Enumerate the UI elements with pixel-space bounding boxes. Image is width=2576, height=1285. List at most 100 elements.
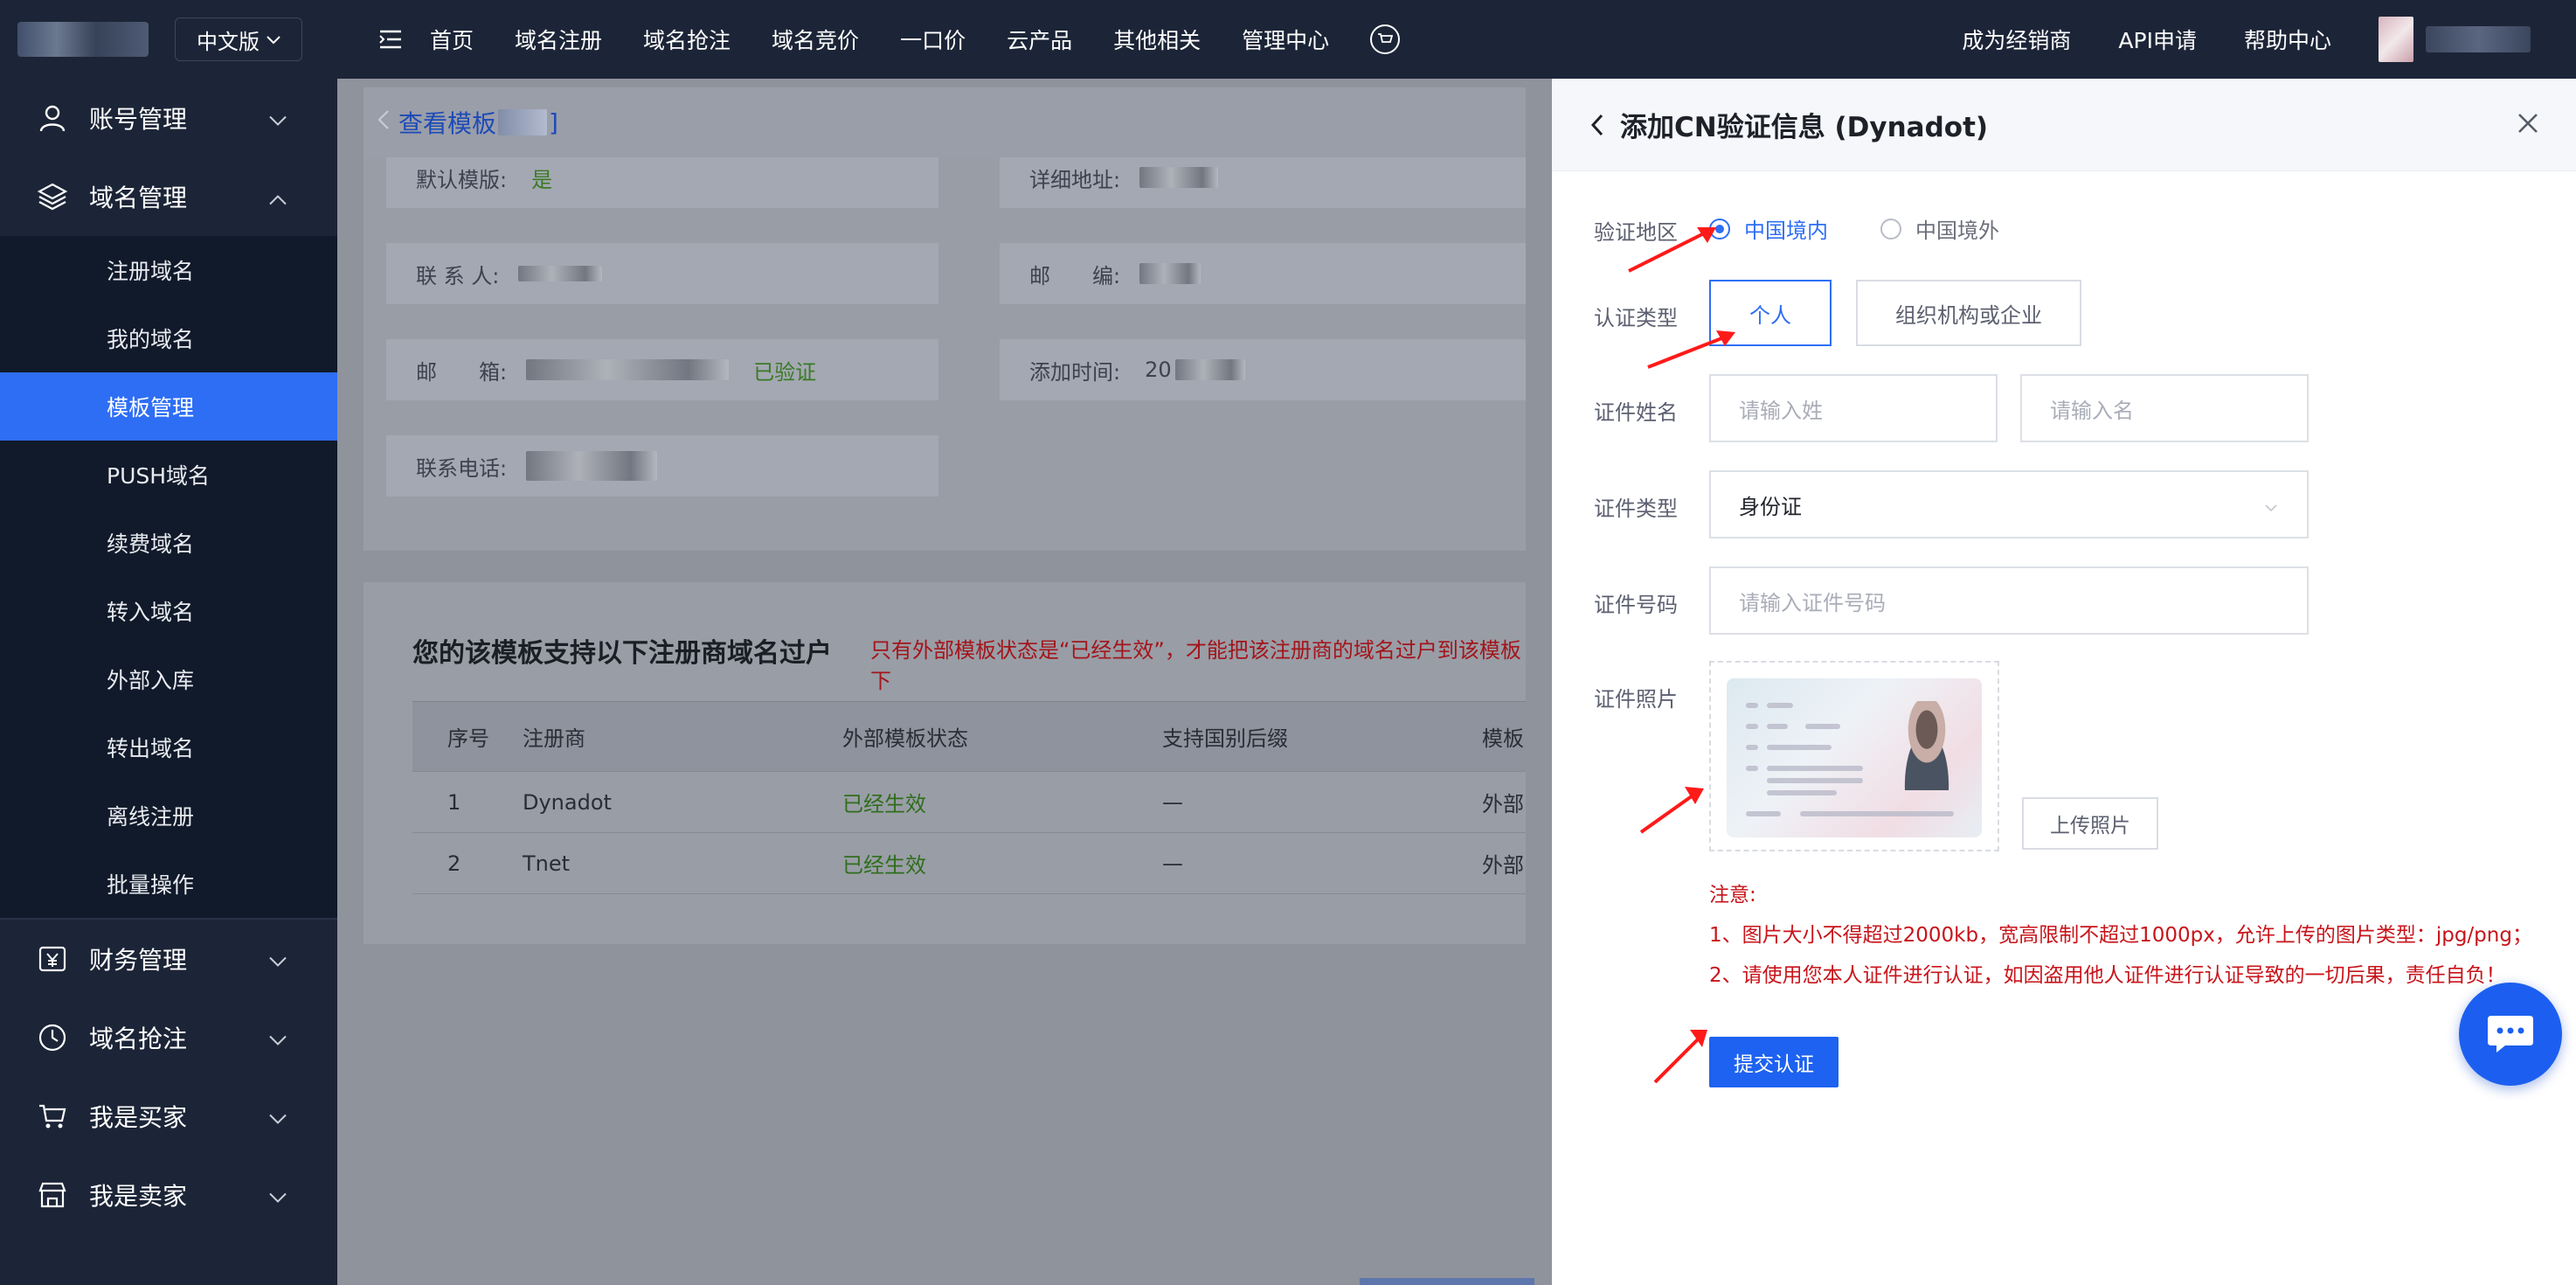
info-contact: 联 系 人: (386, 243, 938, 304)
sidebar-item-transfer-out[interactable]: 转出域名 (0, 713, 337, 781)
chat-support-button[interactable] (2459, 983, 2562, 1086)
cell-status: 已经生效 (842, 853, 926, 878)
nav-become-reseller[interactable]: 成为经销商 (1962, 24, 2071, 55)
red-annotation-arrow (1639, 787, 1704, 834)
col-no: 序号 (447, 726, 489, 751)
red-annotation-arrow (1647, 330, 1735, 369)
caret-down-icon (2265, 492, 2277, 517)
sidebar-group-label: 我是买家 (89, 1103, 188, 1132)
nav-home[interactable]: 首页 (430, 24, 474, 55)
info-label: 添加时间: (1029, 359, 1121, 385)
top-nav-items: 首页 域名注册 域名抢注 域名竞价 一口价 云产品 其他相关 管理中心 (430, 24, 1370, 55)
sidebar-group-domain[interactable]: 域名管理 (0, 157, 337, 236)
brand-logo[interactable] (17, 22, 149, 57)
col-status: 外部模板状态 (842, 726, 968, 751)
top-navbar: 首页 域名注册 域名抢注 域名竞价 一口价 云产品 其他相关 管理中心 成为经销… (337, 0, 2576, 79)
nav-cloud[interactable]: 云产品 (1007, 24, 1072, 55)
given-name-input[interactable]: 请输入名 (2020, 374, 2309, 442)
nav-buy-now[interactable]: 一口价 (900, 24, 966, 55)
registrar-support-card: 您的该模板支持以下注册商域名过户 只有外部模板状态是“已经生效”，才能把该注册商… (364, 582, 1526, 944)
nav-help-center[interactable]: 帮助中心 (2244, 24, 2331, 55)
photo-upload-area[interactable] (1709, 661, 1999, 851)
red-annotation-arrow (1628, 227, 1716, 273)
blurred-value (518, 266, 603, 281)
sidebar-item-offline-register[interactable]: 离线注册 (0, 781, 337, 850)
chevron-down-icon (269, 1102, 287, 1131)
idtype-label: 证件类型 (1594, 497, 1678, 521)
drawer-title: 添加CN验证信息 (Dynadot) (1620, 112, 1989, 143)
info-label: 详细地址: (1029, 167, 1121, 192)
layers-icon (35, 179, 70, 214)
sidebar-group-account[interactable]: 账号管理 (0, 79, 337, 157)
cell-status: 已经生效 (842, 792, 926, 816)
sidebar-group-backorder[interactable]: 域名抢注 (0, 998, 337, 1077)
sidebar-item-templates[interactable]: 模板管理 (0, 372, 337, 441)
chevron-left-icon[interactable] (377, 109, 390, 136)
chevron-down-icon (269, 1024, 287, 1052)
sidebar-item-renew[interactable]: 续费域名 (0, 509, 337, 577)
chat-bubble-icon (2488, 1016, 2533, 1052)
red-annotation-arrow (1653, 1030, 1707, 1084)
store-icon (35, 1177, 70, 1212)
sidebar-group-label: 域名管理 (89, 184, 188, 212)
domain-submenu: 注册域名 我的域名 模板管理 PUSH域名 续费域名 转入域名 外部入库 转出域… (0, 236, 337, 918)
close-icon[interactable] (2517, 112, 2539, 138)
cart-icon[interactable] (1370, 24, 1401, 54)
nav-others[interactable]: 其他相关 (1113, 24, 1201, 55)
sidebar-item-push[interactable]: PUSH域名 (0, 441, 337, 509)
sidebar-group-seller[interactable]: 我是卖家 (0, 1156, 337, 1234)
blurred-value (498, 109, 548, 135)
avatar[interactable] (2379, 17, 2413, 62)
cell-suffix: — (1162, 789, 1183, 815)
col-registrar: 注册商 (523, 726, 585, 751)
registrar-table: 序号 注册商 外部模板状态 支持国别后缀 模板 1 Dynadot 已经生效 —… (412, 701, 1526, 894)
drawer-header: 添加CN验证信息 (Dynadot) (1552, 79, 2576, 171)
chevron-down-icon (267, 31, 280, 49)
cell-suffix: — (1162, 851, 1183, 876)
language-select[interactable]: 中文版 (175, 17, 302, 61)
title-bracket: ] (549, 108, 558, 137)
sidebar-item-transfer-in[interactable]: 转入域名 (0, 577, 337, 645)
nav-backorder[interactable]: 域名抢注 (643, 24, 731, 55)
upload-photo-button[interactable]: 上传照片 (2022, 797, 2158, 850)
nav-domain-register[interactable]: 域名注册 (515, 24, 602, 55)
surname-input[interactable]: 请输入姓 (1709, 374, 1998, 442)
email-verified-badge: 已验证 (753, 359, 817, 385)
radio-region-overseas[interactable]: 中国境外 (1880, 213, 1999, 244)
idtype-select[interactable]: 身份证 (1709, 470, 2309, 538)
sidebar-group-finance[interactable]: 财务管理 (0, 920, 337, 998)
menu-toggle-icon[interactable] (377, 26, 404, 52)
user-icon (35, 101, 70, 135)
sidebar-item-external-import[interactable]: 外部入库 (0, 645, 337, 713)
type-organization-button[interactable]: 组织机构或企业 (1856, 280, 2081, 346)
horizontal-scrollbar[interactable] (1360, 1278, 1534, 1285)
blurred-value (526, 359, 730, 380)
idtype-value: 身份证 (1739, 494, 1802, 519)
username-blurred[interactable] (2426, 26, 2531, 52)
table-row: 2 Tnet 已经生效 — 外部 (412, 833, 1526, 894)
sidebar-group-buyer[interactable]: 我是买家 (0, 1077, 337, 1156)
radio-label: 中国境内 (1744, 219, 1828, 243)
radio-label: 中国境外 (1915, 219, 1999, 243)
nav-auction[interactable]: 域名竞价 (772, 24, 859, 55)
page-title: 查看模板 (398, 109, 497, 138)
sidebar-item-my-domains[interactable]: 我的域名 (0, 304, 337, 372)
blurred-value (1139, 263, 1201, 284)
back-arrow-icon[interactable] (1590, 113, 1604, 137)
note-title: 注意: (1709, 884, 1756, 906)
info-label: 邮 编: (1029, 263, 1121, 288)
submit-verification-button[interactable]: 提交认证 (1709, 1037, 1839, 1087)
sidebar-item-batch[interactable]: 批量操作 (0, 850, 337, 918)
radio-region-domestic[interactable]: 中国境内 (1709, 213, 1828, 244)
col-suffix: 支持国别后缀 (1162, 726, 1288, 751)
sidebar-group-label: 财务管理 (89, 946, 188, 975)
chevron-up-icon (269, 183, 287, 212)
idno-input[interactable]: 请输入证件号码 (1709, 566, 2309, 635)
info-phone: 联系电话: (386, 435, 938, 497)
nav-console[interactable]: 管理中心 (1242, 24, 1329, 55)
blurred-value (1139, 167, 1219, 188)
portrait-photo (1893, 701, 1961, 790)
nav-api-apply[interactable]: API申请 (2118, 24, 2197, 55)
sidebar-item-register[interactable]: 注册域名 (0, 236, 337, 304)
cell-template: 外部 (1482, 792, 1524, 816)
